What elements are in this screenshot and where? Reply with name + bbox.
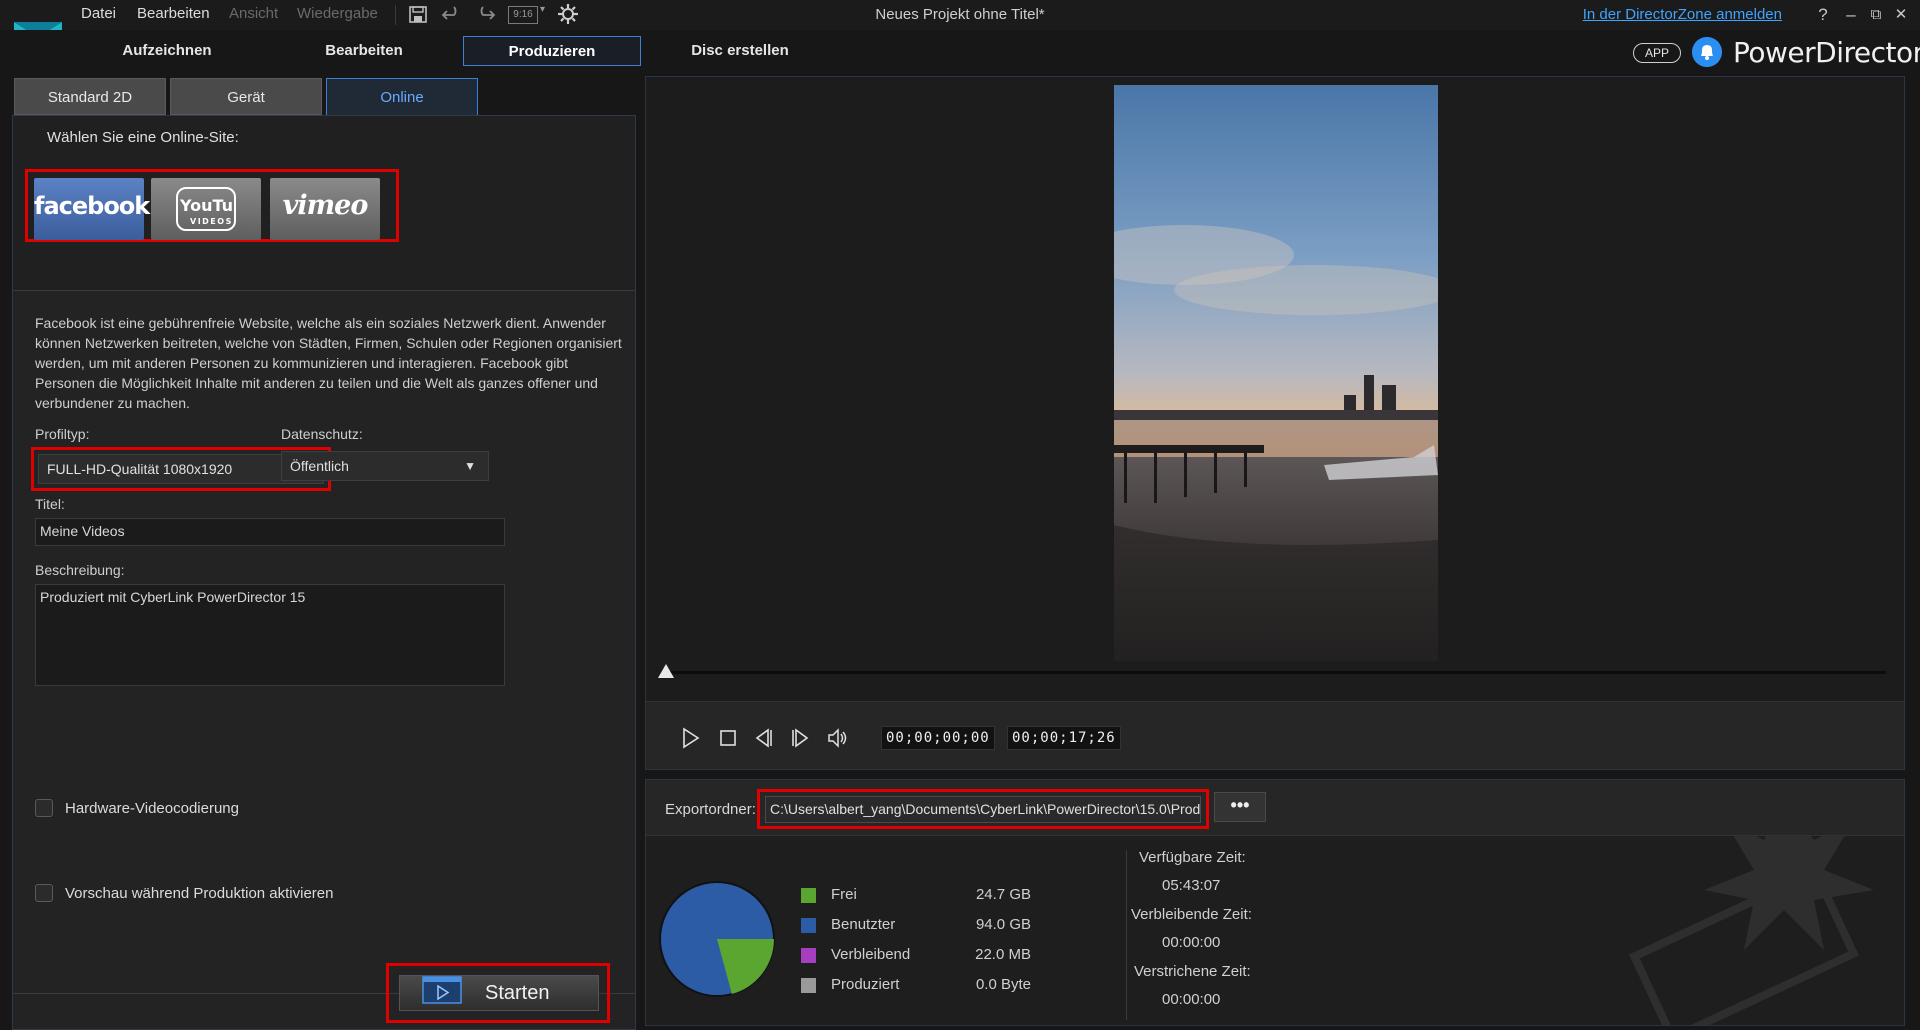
tab-disc-erstellen[interactable]: Disc erstellen [670, 36, 810, 66]
legend-name: Frei [831, 886, 857, 903]
video-preview-image [1114, 85, 1438, 661]
start-highlight-box: Starten [386, 963, 610, 1023]
available-time-value: 05:43:07 [1162, 877, 1221, 894]
menu-datei[interactable]: Datei [81, 5, 116, 22]
export-path-input[interactable]: C:\Users\albert_yang\Documents\CyberLink… [765, 796, 1201, 823]
privacy-value: Öffentlich [290, 458, 349, 474]
title-input[interactable]: Meine Videos [35, 518, 505, 546]
settings-gear-icon[interactable] [557, 3, 579, 25]
start-button[interactable]: Starten [399, 975, 599, 1011]
available-time-label: Verfügbare Zeit: [1139, 849, 1246, 866]
menu-ansicht[interactable]: Ansicht [229, 5, 278, 22]
menu-divider [395, 5, 396, 25]
elapsed-time-value: 00:00:00 [1162, 991, 1221, 1008]
export-folder-label: Exportordner: [665, 801, 756, 818]
restore-icon[interactable]: ⧉ [1865, 4, 1887, 26]
hw-encoding-label: Hardware-Videocodierung [65, 800, 239, 817]
disk-space-pie-chart [659, 881, 775, 997]
facebook-site-button[interactable]: facebook [34, 178, 150, 240]
previous-frame-icon[interactable] [752, 726, 776, 750]
help-icon[interactable]: ? [1812, 4, 1834, 26]
brand-name: PowerDirector [1733, 36, 1920, 69]
site-description: Facebook ist eine gebührenfreie Website,… [35, 315, 622, 411]
close-icon[interactable]: ✕ [1890, 4, 1912, 26]
save-icon[interactable] [408, 3, 428, 25]
subtab-geraet[interactable]: Gerät [170, 78, 322, 115]
preview-during-production-checkbox[interactable] [35, 884, 53, 902]
youtube-logo-icon: YouTube VIDEOS [176, 187, 236, 231]
profile-type-value: FULL-HD-Qualität 1080x1920 [47, 461, 233, 477]
next-frame-icon[interactable] [788, 726, 812, 750]
facebook-logo: facebook [34, 192, 150, 220]
aspect-chevron-down-icon[interactable]: ▾ [540, 4, 545, 15]
app-badge[interactable]: APP [1633, 43, 1681, 63]
produce-film-icon [422, 976, 462, 1004]
legend-value: 22.0 MB [975, 946, 1031, 963]
menu-wiedergabe[interactable]: Wiedergabe [297, 5, 378, 22]
preview-panel: 00;00;00;00 00;00;17;26 [645, 76, 1905, 770]
vimeo-site-button[interactable]: vimeo [270, 178, 380, 240]
seek-handle[interactable] [658, 664, 674, 678]
browse-folder-button[interactable]: ••• [1214, 792, 1266, 822]
vimeo-logo: vimeo [282, 190, 369, 221]
hw-encoding-checkbox[interactable] [35, 799, 53, 817]
privacy-select[interactable]: Öffentlich ▼ [281, 451, 489, 481]
legend-swatch [801, 948, 816, 963]
legend-name: Verbleibend [831, 946, 911, 963]
site-selection-label: Wählen Sie eine Online-Site: [47, 129, 239, 146]
legend-value: 24.7 GB [975, 886, 1031, 903]
legend-swatch [801, 978, 816, 993]
description-label: Beschreibung: [35, 562, 125, 578]
tab-produzieren[interactable]: Produzieren [463, 36, 641, 66]
legend-name: Produziert [831, 976, 900, 993]
youtube-site-button[interactable]: YouTube VIDEOS [151, 178, 261, 240]
duration-timecode: 00;00;17;26 [1007, 726, 1121, 750]
export-divider [1126, 850, 1127, 1020]
tab-aufzeichnen[interactable]: Aufzeichnen [100, 36, 234, 66]
legend-value: 94.0 GB [975, 916, 1031, 933]
export-panel: Exportordner: C:\Users\albert_yang\Docum… [645, 779, 1905, 1026]
title-label: Titel: [35, 496, 65, 512]
subtab-online[interactable]: Online [326, 78, 478, 115]
undo-icon[interactable] [441, 3, 463, 25]
chevron-down-icon: ▼ [464, 459, 476, 473]
export-path-highlight-box: C:\Users\albert_yang\Documents\CyberLink… [757, 789, 1209, 829]
title-bar: Datei Bearbeiten Ansicht Wiedergabe 9:16… [0, 0, 1920, 52]
legend-swatch [801, 918, 816, 933]
preview-during-production-label: Vorschau während Produktion aktivieren [65, 885, 334, 902]
minimize-icon[interactable]: – [1840, 4, 1862, 26]
description-textarea[interactable]: Produziert mit CyberLink PowerDirector 1… [35, 584, 505, 686]
site-selection-section: Wählen Sie eine Online-Site: facebook Yo… [13, 116, 635, 291]
privacy-label: Datenschutz: [281, 426, 363, 442]
legend-swatch [801, 888, 816, 903]
timeline-seekbar[interactable] [666, 671, 1886, 674]
aspect-ratio-button[interactable]: 9:16 [508, 6, 538, 24]
export-folder-row: Exportordner: C:\Users\albert_yang\Docum… [646, 780, 1904, 836]
elapsed-time-label: Verstrichene Zeit: [1134, 963, 1251, 980]
remaining-time-value: 00:00:00 [1162, 934, 1221, 951]
playback-controls: 00;00;00;00 00;00;17;26 [646, 701, 1904, 769]
remaining-time-label: Verbleibende Zeit: [1131, 906, 1252, 923]
play-icon[interactable] [678, 726, 702, 750]
site-highlight-box: facebook YouTube VIDEOS vimeo [25, 169, 399, 242]
menu-bearbeiten[interactable]: Bearbeiten [137, 5, 210, 22]
volume-icon[interactable] [826, 726, 850, 750]
produce-settings-panel: Standard 2D Gerät Online Wählen Sie eine… [12, 78, 636, 1030]
tab-bearbeiten[interactable]: Bearbeiten [297, 36, 431, 66]
legend-value: 0.0 Byte [975, 976, 1031, 993]
legend-name: Benutzter [831, 916, 896, 933]
youtube-logo-subtext: VIDEOS [190, 217, 233, 226]
subtab-standard-2d[interactable]: Standard 2D [14, 78, 166, 115]
stop-icon[interactable] [716, 726, 740, 750]
profile-type-label: Profiltyp: [35, 426, 90, 442]
current-timecode: 00;00;00;00 [881, 726, 995, 750]
start-button-label: Starten [485, 982, 550, 1004]
aspect-ratio-label: 9:16 [513, 9, 533, 20]
mode-tab-bar: Aufzeichnen Bearbeiten Produzieren Disc … [0, 30, 1920, 72]
online-settings-body: Wählen Sie eine Online-Site: facebook Yo… [12, 115, 636, 1030]
notification-bell-icon[interactable] [1692, 37, 1722, 67]
directorzone-login-link[interactable]: In der DirectorZone anmelden [1583, 6, 1782, 23]
redo-icon[interactable] [474, 3, 496, 25]
youtube-logo-text: YouTube [179, 196, 236, 215]
